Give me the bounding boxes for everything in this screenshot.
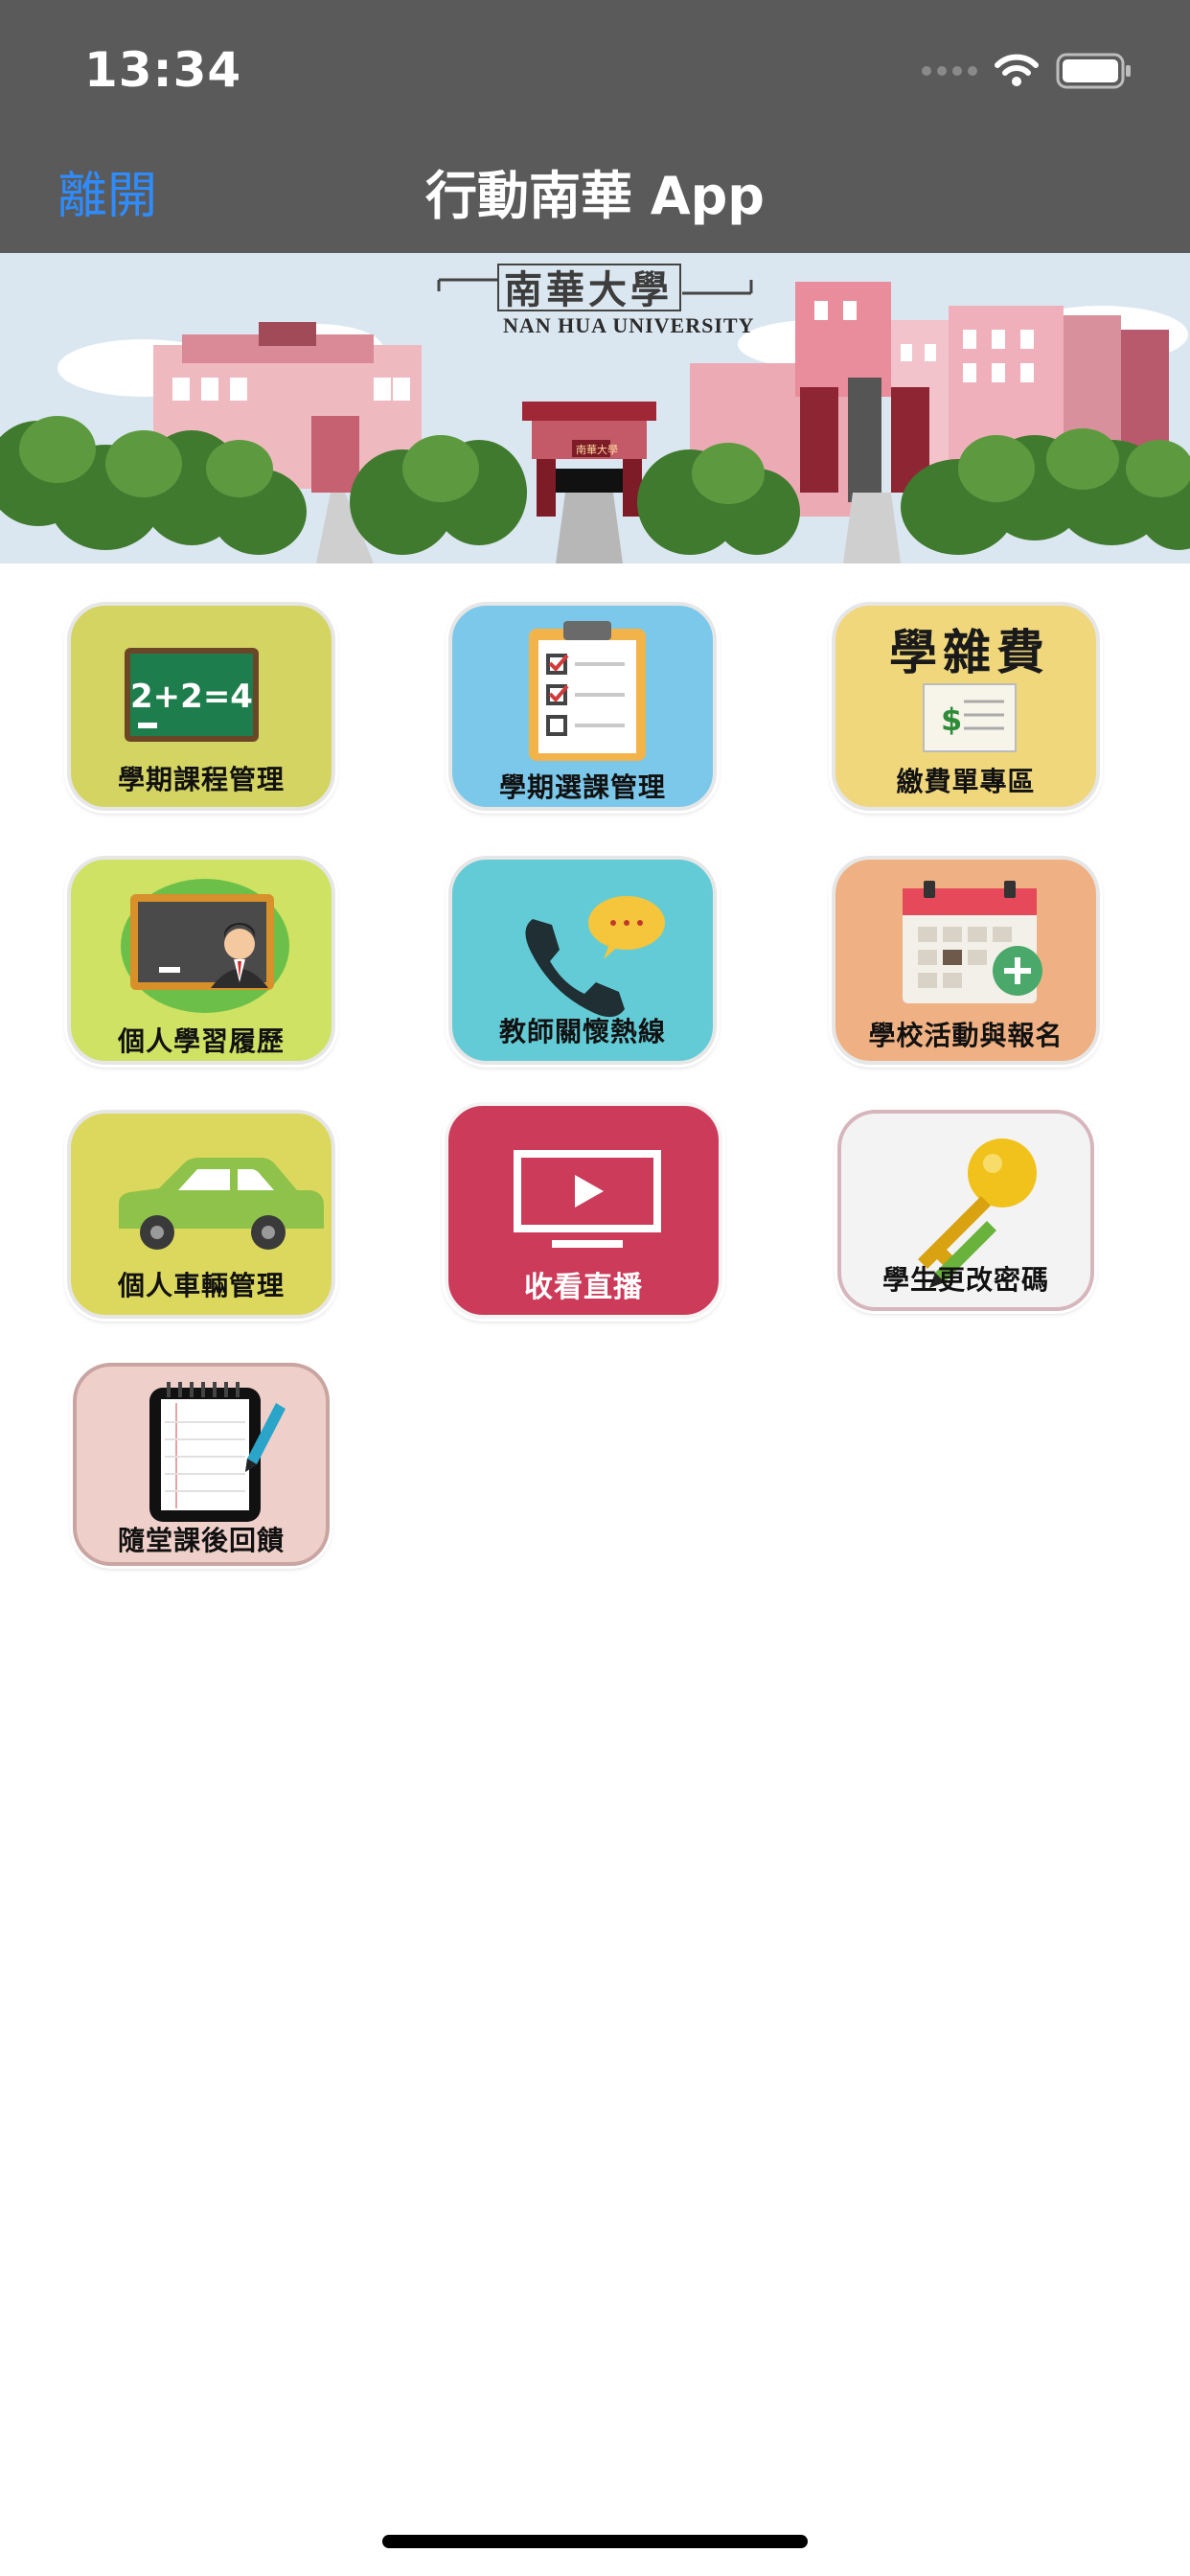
- tile-course-management[interactable]: 2+2=4 學期課程管理: [67, 602, 335, 811]
- university-name-en: NAN HUA UNIVERSITY: [503, 313, 755, 337]
- tile-school-activities[interactable]: 學校活動與報名: [832, 856, 1100, 1065]
- home-indicator[interactable]: [382, 2535, 808, 2548]
- tile-vehicle-management[interactable]: 個人車輛管理: [67, 1110, 335, 1319]
- chalkboard-equation: 2+2=4: [130, 678, 253, 716]
- status-icons: [922, 50, 1133, 92]
- tile-label: 學校活動與報名: [868, 1020, 1064, 1051]
- tile-learning-portfolio[interactable]: 個人學習履歷: [67, 856, 335, 1065]
- battery-icon: [1056, 53, 1131, 89]
- top-bar: 13:34 離開 行動南華 App: [0, 0, 1190, 253]
- tile-label: 學期課程管理: [117, 764, 285, 795]
- tile-label: 學生更改密碼: [881, 1264, 1049, 1296]
- tile-label: 隨堂課後回饋: [117, 1525, 285, 1556]
- wifi-icon: [995, 54, 1039, 86]
- page-title: 行動南華 App: [425, 166, 765, 226]
- tile-label: 教師關懷熱線: [498, 1016, 666, 1047]
- tile-teacher-hotline[interactable]: 教師關懷熱線: [448, 856, 717, 1065]
- tuition-heading: 學雜費: [889, 624, 1050, 680]
- tile-class-feedback[interactable]: 隨堂課後回饋: [73, 1363, 330, 1566]
- university-name-cn: 南華大學: [504, 267, 673, 312]
- tile-course-selection[interactable]: 學期選課管理: [448, 602, 717, 811]
- status-time: 13:34: [84, 42, 242, 98]
- cellular-signal-icon: [922, 66, 977, 76]
- gate-sign-text: 南華大學: [576, 443, 618, 456]
- tile-label: 繳費單專區: [896, 766, 1036, 797]
- dollar-sign: $: [941, 702, 962, 738]
- tile-change-password[interactable]: 學生更改密碼: [837, 1110, 1094, 1311]
- tile-label: 個人學習履歷: [117, 1025, 285, 1057]
- tile-live-stream[interactable]: 收看直播: [445, 1102, 722, 1319]
- tile-label: 學期選課管理: [498, 771, 666, 803]
- tile-label: 收看直播: [524, 1271, 643, 1304]
- university-banner: 南華大學 南華大學 NAN HUA UNIVERSITY: [0, 253, 1190, 564]
- tile-label: 個人車輛管理: [117, 1270, 285, 1301]
- tile-tuition-payment[interactable]: 學雜費 $ 繳費單專區: [832, 602, 1100, 811]
